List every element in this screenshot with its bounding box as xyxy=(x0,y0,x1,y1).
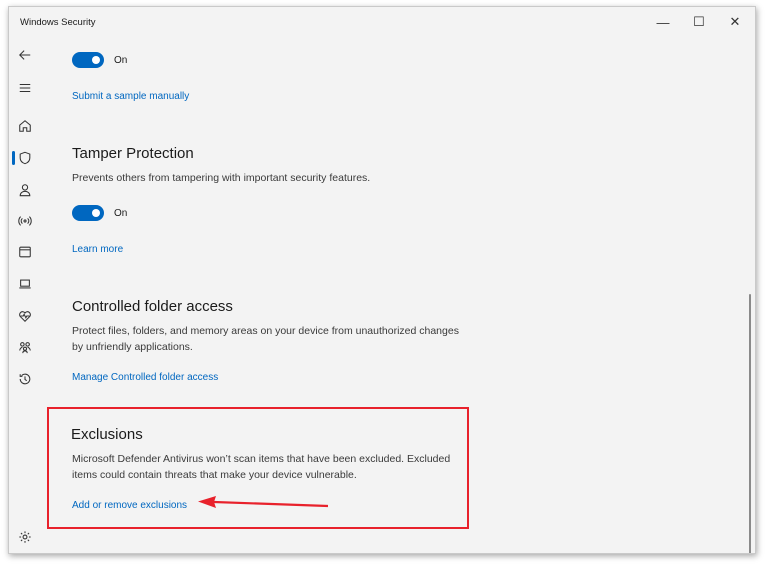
wifi-icon xyxy=(18,216,32,226)
learn-more-link[interactable]: Learn more xyxy=(72,244,123,255)
nav-item-account-protection[interactable] xyxy=(12,178,38,202)
heart-icon xyxy=(19,311,31,322)
tamper-protection-heading: Tamper Protection xyxy=(72,145,194,162)
minimize-button[interactable]: — xyxy=(653,14,673,30)
tamper-protection-toggle-label: On xyxy=(114,208,128,219)
maximize-button[interactable]: ☐ xyxy=(689,14,709,30)
navigation-rail xyxy=(9,37,41,553)
sample-submission-toggle-label: On xyxy=(114,55,128,66)
home-icon xyxy=(19,120,31,132)
menu-button[interactable] xyxy=(12,76,38,100)
family-icon xyxy=(19,342,31,354)
nav-item-app-browser-control[interactable] xyxy=(12,240,38,264)
nav-item-device-security[interactable] xyxy=(12,272,38,296)
nav-item-device-performance[interactable] xyxy=(12,304,38,328)
submit-sample-link[interactable]: Submit a sample manually xyxy=(72,91,189,102)
person-icon xyxy=(19,184,31,197)
hamburger-icon xyxy=(19,83,31,93)
vertical-scrollbar[interactable] xyxy=(749,294,751,553)
nav-item-home[interactable] xyxy=(12,114,38,138)
back-arrow-icon xyxy=(19,50,31,60)
history-icon xyxy=(19,373,31,385)
laptop-icon xyxy=(19,279,31,289)
tamper-protection-toggle[interactable] xyxy=(72,205,104,221)
sample-submission-toggle[interactable] xyxy=(72,52,104,68)
gear-icon xyxy=(19,531,31,543)
shield-icon xyxy=(19,151,31,165)
title-bar: Windows Security — ☐ ✕ xyxy=(9,7,755,37)
back-button[interactable] xyxy=(12,43,38,67)
close-button[interactable]: ✕ xyxy=(725,14,745,30)
nav-item-protection-history[interactable] xyxy=(12,367,38,391)
browser-icon xyxy=(19,246,31,258)
tamper-protection-description: Prevents others from tampering with impo… xyxy=(72,172,371,184)
nav-item-firewall[interactable] xyxy=(12,209,38,233)
red-arrow-annotation xyxy=(198,496,328,508)
nav-item-virus-threat-protection[interactable] xyxy=(12,146,38,170)
manage-controlled-folder-access-link[interactable]: Manage Controlled folder access xyxy=(72,372,218,383)
controlled-folder-access-description: Protect files, folders, and memory areas… xyxy=(72,325,459,353)
nav-item-family-options[interactable] xyxy=(12,335,38,359)
nav-item-settings[interactable] xyxy=(12,525,38,549)
window-title: Windows Security xyxy=(20,17,96,28)
controlled-folder-access-heading: Controlled folder access xyxy=(72,298,233,315)
